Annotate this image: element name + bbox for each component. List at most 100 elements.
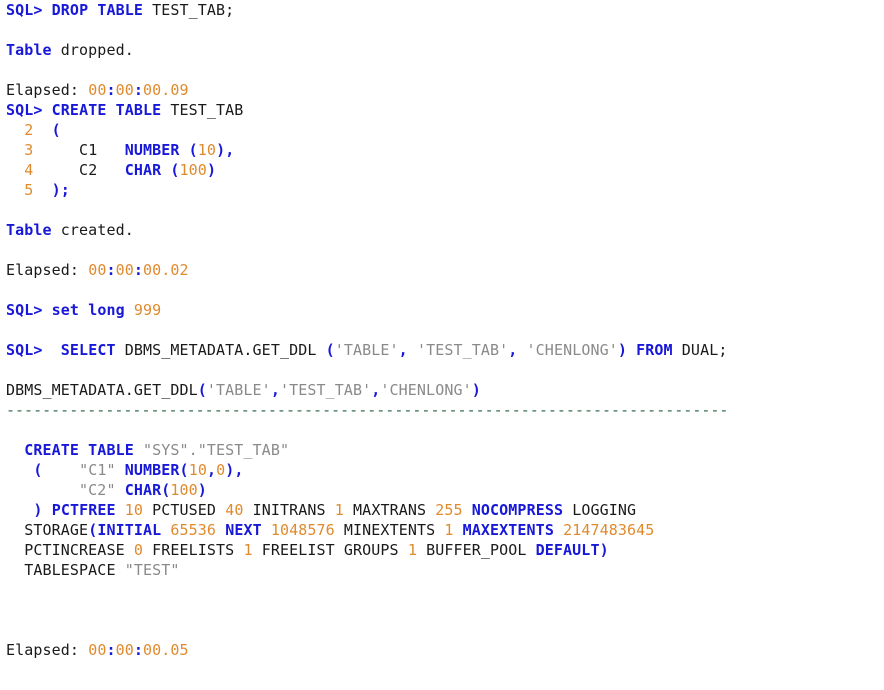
ddl-storage-attrs-line2-token-10: 1 <box>444 521 454 539</box>
elapsed-select: Elapsed: 00:00:00.05 <box>0 640 884 660</box>
elapsed-create-token-1: 00 <box>88 261 107 279</box>
command-select-get-ddl-token-3: DBMS_METADATA.GET_DDL <box>115 341 326 359</box>
elapsed-select-token-4: : <box>133 641 143 659</box>
command-select-get-ddl-token-0: SQL> <box>6 341 43 359</box>
continuation-line-4-token-1: C2 <box>33 161 125 179</box>
command-select-get-ddl-token-14: FROM <box>636 341 673 359</box>
column-header-get-ddl-token-6: 'CHENLONG' <box>380 381 472 399</box>
elapsed-select-token-5: 00.05 <box>143 641 189 659</box>
result-table-created: Table created. <box>0 220 884 240</box>
ddl-column-c1-token-9: 0 <box>216 461 226 479</box>
ddl-storage-attrs-line1-token-11: 255 <box>435 501 463 519</box>
ddl-storage-attrs-line1-token-5: 10 <box>124 501 144 519</box>
ddl-storage-attrs-line1-token-6: PCTUSED <box>143 501 226 519</box>
column-header-get-ddl-token-0: DBMS_METADATA.GET_DDL <box>6 381 198 399</box>
ddl-storage-attrs-line1-token-3: PCTFREE <box>51 501 116 519</box>
ddl-storage-attrs-line3-token-3: 1 <box>243 541 253 559</box>
command-drop-table-token-3: TEST_TAB; <box>142 1 235 19</box>
ddl-storage-attrs-line2-token-1: ( <box>88 521 98 539</box>
command-drop-table: SQL> DROP TABLE TEST_TAB; <box>0 0 884 20</box>
ddl-storage-attrs-line3-token-0: PCTINCREASE <box>6 541 134 559</box>
command-drop-table-token-2: DROP TABLE <box>51 1 143 19</box>
continuation-line-3-token-6: ) <box>216 141 226 159</box>
ddl-storage-attrs-line1-token-14: LOGGING <box>563 501 637 519</box>
ddl-column-c1-token-11: , <box>234 461 244 479</box>
column-header-get-ddl-token-1: ( <box>197 381 207 399</box>
ddl-column-c1-token-8: , <box>206 461 217 479</box>
command-drop-table-token-1 <box>43 1 52 19</box>
elapsed-create-token-0: Elapsed: <box>6 261 89 279</box>
elapsed-create: Elapsed: 00:00:00.02 <box>0 260 884 280</box>
command-select-get-ddl-token-12: ) <box>617 341 627 359</box>
ddl-tablespace: TABLESPACE "TEST" <box>0 560 884 580</box>
ddl-storage-attrs-line3-token-5: 1 <box>407 541 417 559</box>
elapsed-create-token-2: : <box>106 261 116 279</box>
command-create-table: SQL> CREATE TABLE TEST_TAB <box>0 100 884 120</box>
ddl-storage-attrs-line3-token-1: 0 <box>133 541 143 559</box>
column-header-get-ddl-token-3: , <box>270 381 280 399</box>
continuation-line-4: 4 C2 CHAR (100) <box>0 160 884 180</box>
continuation-line-4-token-5: 100 <box>179 161 207 179</box>
ddl-storage-attrs-line2-token-11 <box>454 521 463 539</box>
column-separator-rule-token-0: ----------------------------------------… <box>6 401 729 419</box>
command-set-long-token-4: 999 <box>133 301 162 319</box>
ddl-column-c1-token-4 <box>116 461 125 479</box>
ddl-storage-attrs-line2-token-4: 65536 <box>170 521 217 539</box>
ddl-storage-attrs-line2-token-6: NEXT <box>225 521 262 539</box>
elapsed-drop-token-0: Elapsed: <box>6 81 89 99</box>
command-set-long-token-2: set long <box>51 301 125 319</box>
ddl-storage-attrs-line1-token-9: 1 <box>334 501 344 519</box>
column-separator-rule: ----------------------------------------… <box>0 400 884 420</box>
continuation-line-5-token-0: 5 <box>6 181 34 199</box>
continuation-line-4-token-2: CHAR <box>124 161 162 179</box>
elapsed-select-token-3: 00 <box>115 641 134 659</box>
ddl-storage-attrs-line3: PCTINCREASE 0 FREELISTS 1 FREELIST GROUP… <box>0 540 884 560</box>
continuation-line-4-token-6: ) <box>206 161 217 179</box>
sqlplus-terminal-output[interactable]: SQL> DROP TABLE TEST_TAB; Table dropped.… <box>0 0 884 690</box>
ddl-storage-attrs-line2-token-13 <box>554 521 563 539</box>
ddl-storage-attrs-line2-token-2: INITIAL <box>97 521 162 539</box>
elapsed-select-token-0: Elapsed: <box>6 641 89 659</box>
ddl-column-c2-token-1: "C2" <box>79 481 116 499</box>
elapsed-drop-token-5: 00.09 <box>143 81 189 99</box>
continuation-line-2-token-1 <box>33 121 51 139</box>
ddl-column-c1-token-10: ) <box>225 461 235 479</box>
ddl-tablespace-token-0: TABLESPACE <box>6 561 125 579</box>
ddl-storage-attrs-line3-token-6: BUFFER_POOL <box>416 541 536 559</box>
elapsed-drop: Elapsed: 00:00:00.09 <box>0 80 884 100</box>
continuation-line-3-token-0: 3 <box>6 141 34 159</box>
ddl-storage-attrs-line2-token-14: 2147483645 <box>563 521 655 539</box>
ddl-column-c1-token-5: NUMBER <box>124 461 180 479</box>
command-select-get-ddl-token-6: , <box>398 341 408 359</box>
ddl-storage-attrs-line1-token-8: INITRANS <box>243 501 335 519</box>
elapsed-create-token-3: 00 <box>115 261 134 279</box>
continuation-line-3-token-3 <box>180 141 189 159</box>
elapsed-drop-token-1: 00 <box>88 81 107 99</box>
command-set-long-token-3 <box>125 301 134 319</box>
ddl-storage-attrs-line2-token-0: STORAGE <box>6 521 89 539</box>
elapsed-create-token-5: 00.02 <box>143 261 189 279</box>
elapsed-select-token-2: : <box>106 641 116 659</box>
command-select-get-ddl-token-15: DUAL; <box>672 341 728 359</box>
ddl-storage-attrs-line3-token-7: DEFAULT <box>535 541 600 559</box>
column-header-get-ddl: DBMS_METADATA.GET_DDL('TABLE','TEST_TAB'… <box>0 380 884 400</box>
command-select-get-ddl-token-8: 'TEST_TAB' <box>416 341 509 359</box>
command-drop-table-token-0: SQL> <box>6 1 43 19</box>
ddl-column-c1-token-1: ( <box>33 461 43 479</box>
continuation-line-3-token-4: ( <box>188 141 198 159</box>
command-select-get-ddl-token-11: 'CHENLONG' <box>526 341 618 359</box>
ddl-storage-attrs-line3-token-8: ) <box>599 541 609 559</box>
command-select-get-ddl-token-4: ( <box>325 341 335 359</box>
command-select-get-ddl-token-7 <box>408 341 417 359</box>
ddl-column-c1-token-7: 10 <box>188 461 207 479</box>
continuation-line-3-token-2: NUMBER <box>124 141 180 159</box>
ddl-column-c1-token-6: ( <box>179 461 189 479</box>
ddl-storage-attrs-line1-token-10: MAXTRANS <box>343 501 436 519</box>
ddl-column-c2-token-6: ) <box>197 481 207 499</box>
ddl-column-c2-token-0 <box>6 481 79 499</box>
